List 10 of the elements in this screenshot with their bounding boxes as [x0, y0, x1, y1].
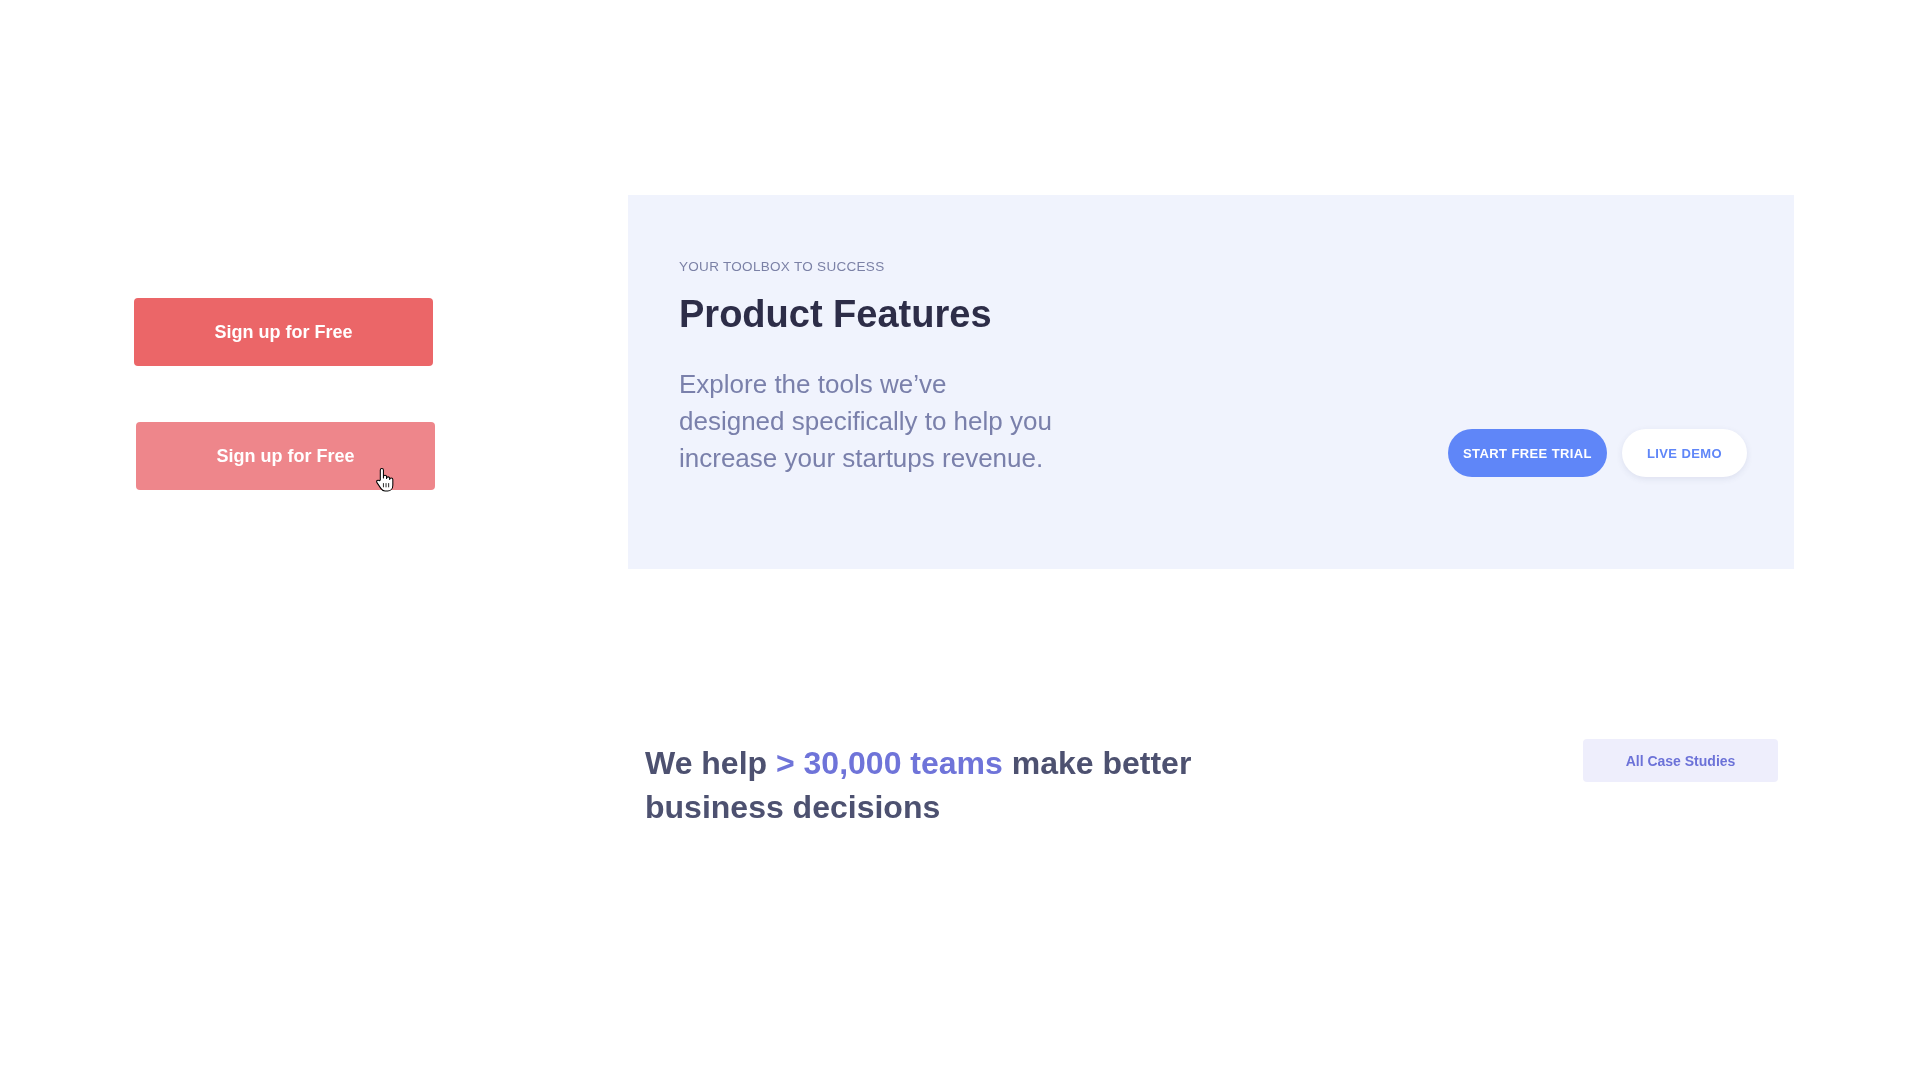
signup-button[interactable]: Sign up for Free — [136, 422, 435, 490]
section-title: Product Features — [679, 292, 993, 337]
section-description: Explore the tools we’ve designed specifically to help you increase your startups revenue. — [679, 368, 1053, 475]
demo-button[interactable]: LIVE DEMO — [1622, 429, 1747, 477]
start-trial-button[interactable]: START FREE TRIAL — [1448, 429, 1607, 477]
stats-headline: We help > 30,000 teams make better business decisions — [645, 744, 1193, 827]
case-studies-button[interactable]: All Case Studies — [1583, 739, 1778, 782]
section-eyebrow: YOUR TOOLBOX TO SUCCESS — [679, 259, 886, 275]
hand-cursor-icon — [376, 468, 394, 492]
signup-button[interactable]: Sign up for Free — [134, 298, 433, 366]
